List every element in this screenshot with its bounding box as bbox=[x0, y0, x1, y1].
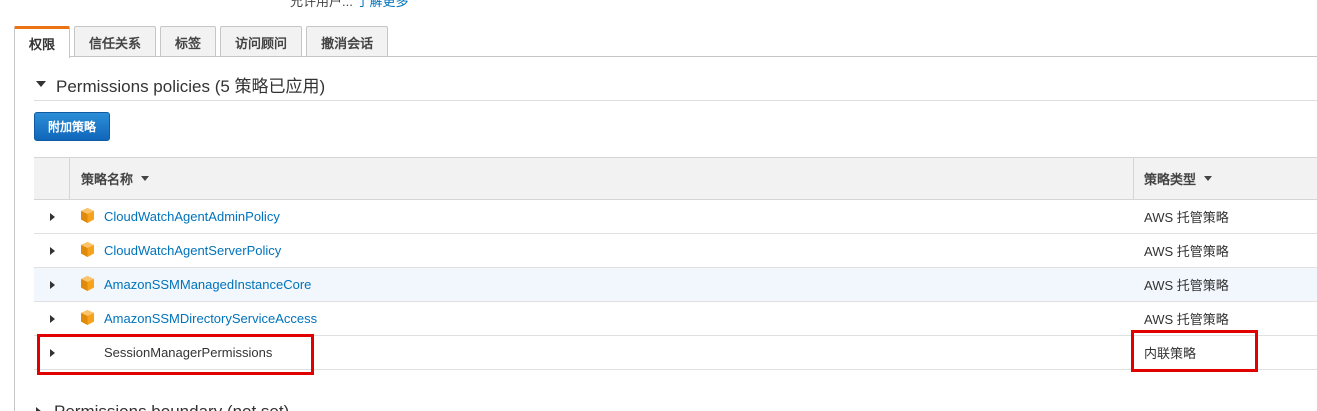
expand-caret-icon bbox=[49, 314, 55, 323]
policy-name-cell: SessionManagerPermissions bbox=[70, 336, 1134, 369]
tab-tags[interactable]: 标签 bbox=[160, 26, 217, 57]
learn-more-link[interactable]: 了解更多 bbox=[356, 0, 408, 9]
policy-type-column-header[interactable]: 策略类型 bbox=[1134, 158, 1317, 199]
collapse-caret-icon bbox=[36, 81, 46, 87]
permissions-boundary-header[interactable]: Permissions boundary (not set) bbox=[36, 402, 289, 411]
policy-type-cell: AWS 托管策略 bbox=[1144, 244, 1229, 259]
attach-policies-button[interactable]: 附加策略 bbox=[34, 112, 111, 141]
section-title: Permissions policies (5 策略已应用) bbox=[56, 76, 326, 96]
table-row: AmazonSSMDirectoryServiceAccess AWS 托管策略 bbox=[34, 302, 1317, 336]
expand-caret-icon bbox=[36, 407, 42, 411]
policy-name-header-label: 策略名称 bbox=[81, 172, 134, 187]
policy-link[interactable]: CloudWatchAgentServerPolicy bbox=[104, 243, 281, 258]
tab-permissions[interactable]: 权限 bbox=[14, 26, 71, 58]
expand-caret-icon bbox=[49, 280, 55, 289]
expand-caret-icon bbox=[49, 348, 55, 357]
tab-divider bbox=[14, 56, 1317, 57]
permissions-policies-header[interactable]: Permissions policies (5 策略已应用) bbox=[36, 72, 325, 96]
expand-row-toggle[interactable] bbox=[34, 268, 70, 301]
policy-name-cell: CloudWatchAgentAdminPolicy bbox=[70, 200, 1134, 233]
table-header: 策略名称 策略类型 bbox=[34, 158, 1317, 200]
tab-bar: 权限 信任关系 标签 访问顾问 撤消会话 bbox=[14, 26, 389, 58]
policy-type-cell: AWS 托管策略 bbox=[1144, 312, 1229, 327]
table-row: CloudWatchAgentAdminPolicy AWS 托管策略 bbox=[34, 200, 1317, 234]
policy-name-cell: AmazonSSMManagedInstanceCore bbox=[70, 268, 1134, 301]
expand-row-toggle[interactable] bbox=[34, 200, 70, 233]
aws-managed-policy-icon bbox=[81, 241, 94, 257]
policy-name-cell: AmazonSSMDirectoryServiceAccess bbox=[70, 302, 1134, 335]
section-divider bbox=[34, 100, 1317, 101]
table-row: SessionManagerPermissions 内联策略 bbox=[34, 336, 1317, 370]
policy-type-cell: 内联策略 bbox=[1144, 346, 1197, 361]
policy-link[interactable]: AmazonSSMManagedInstanceCore bbox=[104, 277, 311, 292]
panel-border bbox=[14, 56, 15, 411]
role-permissions-page: 允许用户... 了解更多 权限 信任关系 标签 访问顾问 撤消会话 Permis… bbox=[0, 0, 1317, 411]
policies-table: 策略名称 策略类型 CloudWatchAgentAdminPolicy AWS… bbox=[34, 157, 1317, 370]
expand-column-header bbox=[34, 158, 70, 199]
aws-managed-policy-icon bbox=[81, 207, 94, 223]
expand-row-toggle[interactable] bbox=[34, 336, 70, 369]
expand-caret-icon bbox=[49, 246, 55, 255]
expand-caret-icon bbox=[49, 212, 55, 221]
table-row: CloudWatchAgentServerPolicy AWS 托管策略 bbox=[34, 234, 1317, 268]
aws-managed-policy-icon bbox=[81, 275, 94, 291]
sort-down-icon bbox=[1204, 176, 1213, 181]
expand-row-toggle[interactable] bbox=[34, 302, 70, 335]
permissions-boundary-title: Permissions boundary (not set) bbox=[54, 402, 289, 411]
tab-revoke-sessions[interactable]: 撤消会话 bbox=[306, 26, 389, 57]
policy-type-cell: AWS 托管策略 bbox=[1144, 278, 1229, 293]
sort-down-icon bbox=[141, 176, 150, 181]
tab-access-advisor[interactable]: 访问顾问 bbox=[220, 26, 303, 57]
policy-link[interactable]: CloudWatchAgentAdminPolicy bbox=[104, 209, 280, 224]
policy-name-column-header[interactable]: 策略名称 bbox=[70, 158, 1134, 199]
inline-policy-name[interactable]: SessionManagerPermissions bbox=[79, 345, 272, 360]
policy-name-cell: CloudWatchAgentServerPolicy bbox=[70, 234, 1134, 267]
policy-link[interactable]: AmazonSSMDirectoryServiceAccess bbox=[104, 311, 317, 326]
policy-type-header-label: 策略类型 bbox=[1144, 172, 1197, 187]
top-clipped-text: 允许用户... 了解更多 bbox=[290, 0, 408, 9]
policy-type-cell: AWS 托管策略 bbox=[1144, 210, 1229, 225]
table-row: AmazonSSMManagedInstanceCore AWS 托管策略 bbox=[34, 268, 1317, 302]
expand-row-toggle[interactable] bbox=[34, 234, 70, 267]
tab-trust-relationships[interactable]: 信任关系 bbox=[74, 26, 157, 57]
top-clipped-desc: 允许用户... bbox=[290, 0, 353, 9]
aws-managed-policy-icon bbox=[81, 309, 94, 325]
